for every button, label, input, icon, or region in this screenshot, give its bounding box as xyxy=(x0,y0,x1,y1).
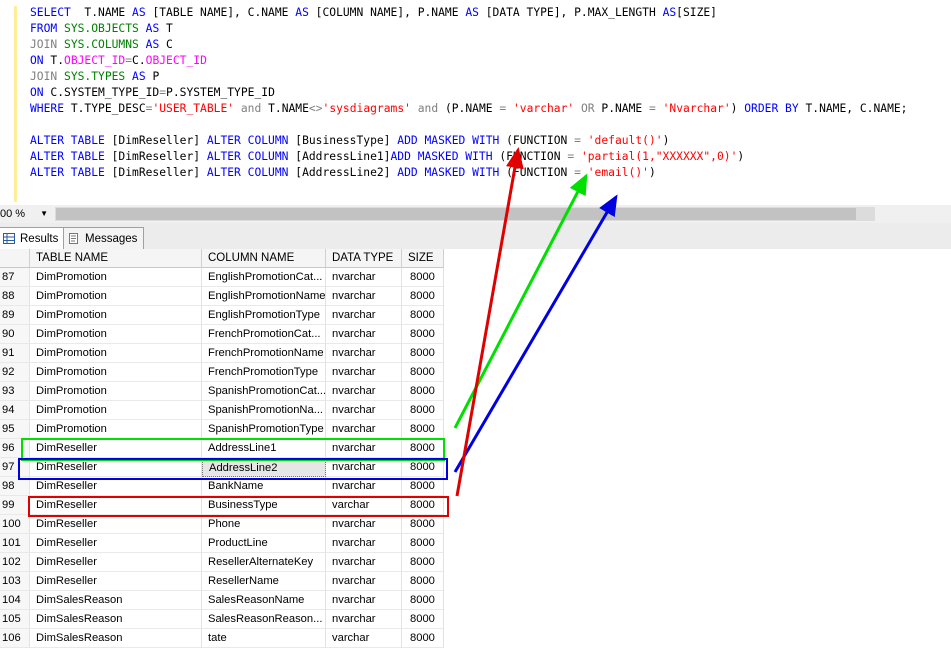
annotation-arrows xyxy=(453,147,618,497)
arrow-blue xyxy=(453,194,618,473)
